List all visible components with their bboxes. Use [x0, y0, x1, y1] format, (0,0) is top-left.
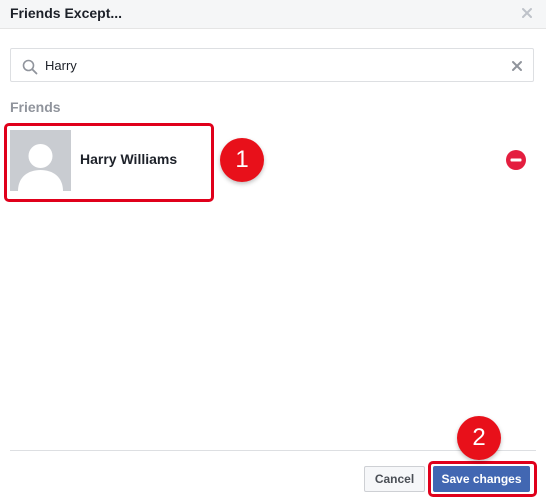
search-box [10, 48, 534, 82]
clear-icon[interactable] [511, 60, 523, 72]
annotation-highlight-friend [4, 123, 214, 202]
search-icon [22, 59, 38, 75]
annotation-badge: 1 [220, 138, 264, 182]
minus-circle-icon[interactable] [505, 149, 527, 171]
cancel-button[interactable]: Cancel [364, 466, 425, 492]
footer-divider [10, 450, 536, 451]
dialog-header: Friends Except... [0, 0, 546, 29]
friends-except-dialog: Friends Except... Friends Harry Williams [0, 0, 546, 500]
dialog-title: Friends Except... [10, 5, 123, 21]
close-icon[interactable] [520, 6, 534, 20]
annotation-badge: 2 [457, 416, 501, 460]
friends-section-label: Friends [10, 99, 61, 115]
search-input[interactable] [45, 53, 495, 77]
annotation-highlight-save [428, 461, 537, 497]
